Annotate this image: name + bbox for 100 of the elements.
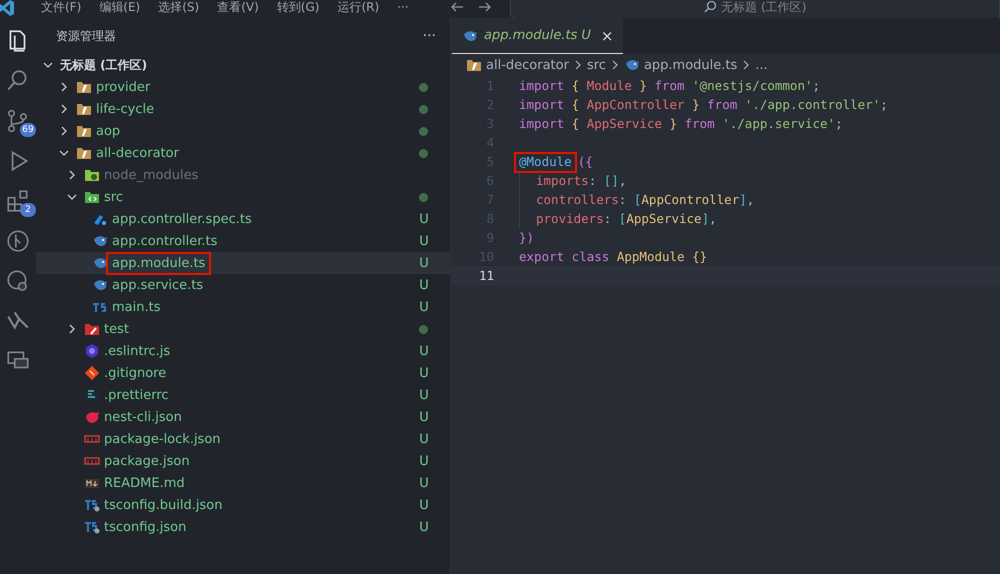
file-name: node_modules <box>103 166 200 184</box>
file-name: nest-cli.json <box>103 408 183 426</box>
file-tree-row[interactable]: src <box>36 186 450 208</box>
forward-icon[interactable] <box>478 0 492 14</box>
code-line: import { AppService } from './app.service'; <box>518 115 843 133</box>
code-line: import { AppController } from './app.controller'; <box>518 96 888 114</box>
file-name: app.controller.spec.ts <box>111 210 253 228</box>
file-tree-row[interactable]: app.controller.spec.ts U <box>36 208 450 230</box>
file-tree-row[interactable]: README.md U <box>36 472 450 494</box>
menu-item[interactable]: 运行(R) <box>328 0 388 14</box>
breadcrumb-item[interactable]: all-decorator <box>466 57 569 73</box>
code-token: ({ <box>578 154 593 169</box>
file-tree-row[interactable]: tsconfig.json U <box>36 516 450 538</box>
file-tree-row[interactable]: app.controller.ts U <box>36 230 450 252</box>
count-badge: 2 <box>20 203 36 217</box>
line-number: 11 <box>478 267 494 285</box>
file-tree-row[interactable]: all-decorator <box>36 142 450 164</box>
untracked-status: U <box>418 520 430 534</box>
untracked-status: U <box>418 432 430 446</box>
file-name: README.md <box>103 474 186 492</box>
file-name: .gitignore <box>103 364 168 382</box>
cat-icon <box>84 409 100 425</box>
folder-icon <box>466 57 482 73</box>
code-token: @Module <box>514 152 577 173</box>
menu-item[interactable]: 查看(V) <box>208 0 268 14</box>
prettier-icon <box>84 387 100 403</box>
folder-icon <box>84 321 100 337</box>
file-name: aop <box>95 122 122 140</box>
config-icon <box>84 497 100 513</box>
breadcrumb-item[interactable]: ... <box>755 58 768 72</box>
folder-icon <box>84 167 100 183</box>
code-line: controllers: [AppController], <box>494 190 754 209</box>
chevron-icon <box>741 59 752 71</box>
branch-icon[interactable] <box>5 228 31 254</box>
file-name: test <box>103 320 130 338</box>
file-name: app.service.ts <box>111 276 204 294</box>
folder-icon <box>76 145 92 161</box>
menu-item[interactable]: 文件(F) <box>32 0 90 14</box>
code-line: imports: [], <box>494 171 626 190</box>
folder-icon <box>76 101 92 117</box>
file-name: package.json <box>103 452 191 470</box>
code-line: providers: [AppService], <box>494 209 717 228</box>
breadcrumb-item[interactable]: app.module.ts <box>624 57 738 73</box>
folder-icon <box>76 79 92 95</box>
workspace-title[interactable]: 无标题 (工作区) <box>60 56 148 74</box>
file-tree-row[interactable]: package.json U <box>36 450 450 472</box>
code-line: }) <box>518 229 534 247</box>
untracked-status: U <box>418 300 430 314</box>
code-line: export class AppModule {} <box>518 248 708 266</box>
file-name: app.module.ts <box>106 252 212 274</box>
untracked-status: U <box>418 278 430 292</box>
code-line: import { Module } from '@nestjs/common'; <box>518 77 820 95</box>
untracked-status: U <box>418 498 430 512</box>
untracked-status: U <box>418 234 430 248</box>
back-icon[interactable] <box>450 0 464 14</box>
menu-item[interactable]: 转到(G) <box>268 0 328 14</box>
close-button[interactable]: × <box>600 26 614 44</box>
more-actions[interactable]: ··· <box>422 28 436 44</box>
hexagon-icon <box>84 343 100 359</box>
file-name: package-lock.json <box>103 430 222 448</box>
untracked-status: U <box>418 344 430 358</box>
editor-tab[interactable]: app.module.ts U × <box>452 18 624 54</box>
file-name: app.controller.ts <box>111 232 218 250</box>
count-badge: 69 <box>20 123 36 137</box>
file-tree-row[interactable]: life-cycle <box>36 98 450 120</box>
vscode-logo-icon <box>0 0 14 16</box>
folder-icon <box>76 123 92 139</box>
untracked-status: U <box>418 476 430 490</box>
untracked-status: U <box>418 454 430 468</box>
file-name: all-decorator <box>95 144 180 162</box>
file-tree-row[interactable]: test <box>36 318 450 340</box>
breadcrumb-item[interactable]: src <box>586 58 606 72</box>
file-name: life-cycle <box>95 100 156 118</box>
panel-title: 资源管理器 <box>56 28 116 44</box>
untracked-status: U <box>418 410 430 424</box>
file-name: .eslintrc.js <box>103 342 172 360</box>
file-tree-row[interactable]: .prettierrc U <box>36 384 450 406</box>
file-tree-row[interactable]: app.module.ts U <box>36 252 450 274</box>
menu-item[interactable]: ··· <box>388 0 418 14</box>
file-tree-row[interactable]: package-lock.json U <box>36 428 450 450</box>
file-name: .prettierrc <box>103 386 170 404</box>
file-tree-row[interactable]: .gitignore U <box>36 362 450 384</box>
config-icon <box>84 519 100 535</box>
file-tree-row[interactable]: .eslintrc.js U <box>36 340 450 362</box>
untracked-status: U <box>418 388 430 402</box>
search-icon <box>703 0 718 14</box>
menu-item[interactable]: 选择(S) <box>149 0 208 14</box>
chevron-icon <box>572 59 583 71</box>
file-tree-row[interactable]: aop <box>36 120 450 142</box>
file-tree-row[interactable]: provider <box>36 76 450 98</box>
untracked-status: U <box>418 212 430 226</box>
menu-item[interactable]: 编辑(E) <box>90 0 150 14</box>
untracked-status: U <box>418 256 430 270</box>
command-center[interactable]: 无标题 (工作区) <box>510 0 1000 18</box>
file-name: tsconfig.build.json <box>103 496 224 514</box>
file-tree-row[interactable]: app.service.ts U <box>36 274 450 296</box>
file-tree-row[interactable]: nest-cli.json U <box>36 406 450 428</box>
file-name: src <box>103 188 124 206</box>
file-tree-row[interactable]: tsconfig.build.json U <box>36 494 450 516</box>
file-tree-row[interactable]: main.ts U <box>36 296 450 318</box>
